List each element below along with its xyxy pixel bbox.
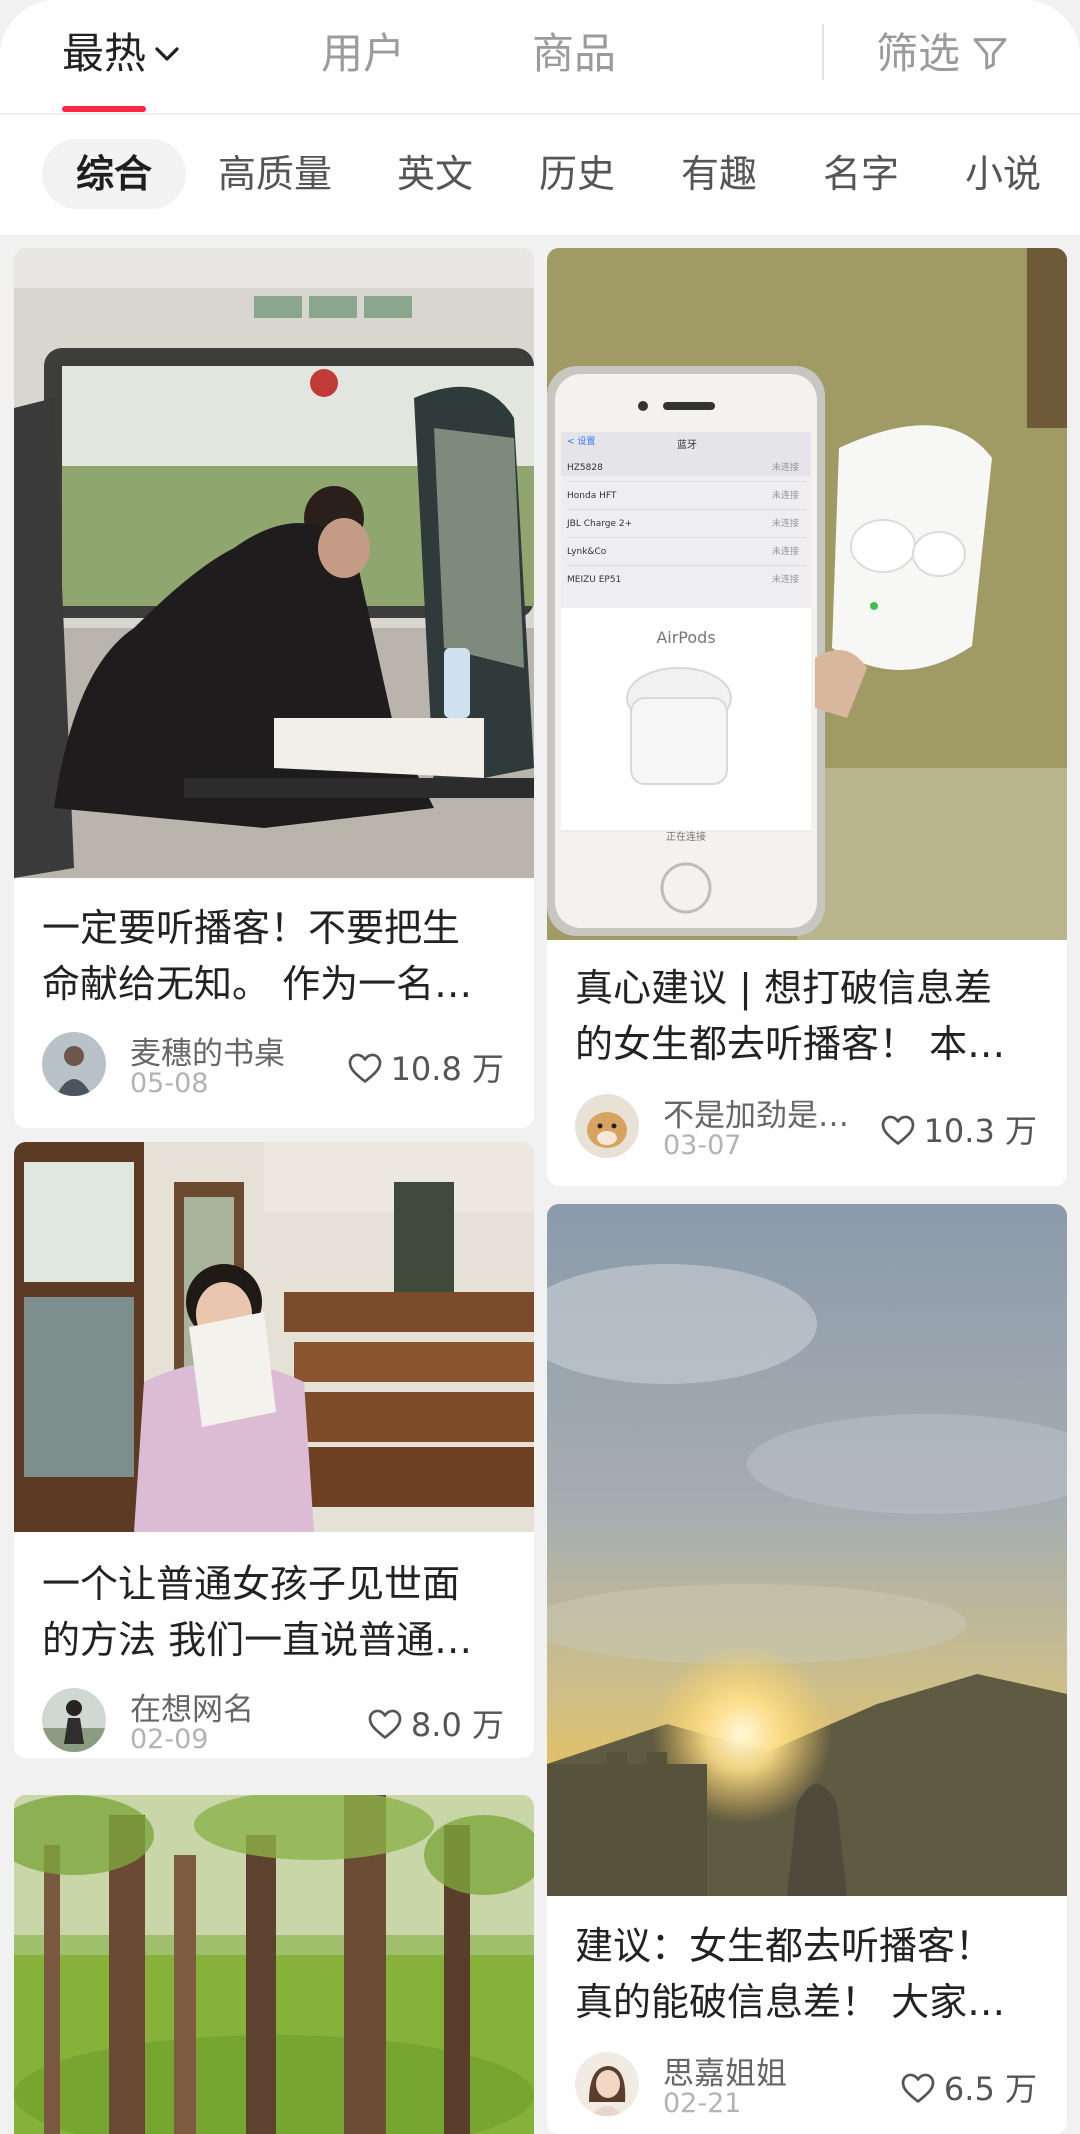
note-title-line: 的方法 我们一直说普通… [42,1618,473,1662]
tab-products[interactable]: 商品 [532,26,616,82]
like-count: 10.3 万 [923,1112,1037,1150]
author-name[interactable]: 麦穗的书桌 [130,1028,285,1073]
device-name: MEIZU EP51 [567,575,622,585]
bluetooth-device-row: Honda HFT 未连接 [567,482,807,510]
note-cover-image [14,248,534,878]
note-cover-image [547,1204,1067,1896]
tab-hottest-label: 最热 [62,29,147,78]
tab-divider [822,24,824,80]
note-title-line: 真的能破信息差！ 大家… [575,1980,1006,2024]
top-tab-bar: 最热 用户 商品 筛选 [0,0,1080,114]
bluetooth-device-row: JBL Charge 2+ 未连接 [567,510,807,538]
post-date: 02-09 [130,1724,209,1755]
phone-screen: < 设置 蓝牙 HZ5828 未连接 Honda HFT 未连接 JBL Charg… [567,434,807,594]
device-status: 未连接 [771,463,799,473]
author-name[interactable]: 不是加劲是… [663,1090,849,1135]
post-date: 05-08 [130,1068,209,1099]
like-count: 10.8 万 [390,1050,504,1088]
tab-users-label: 用户 [321,29,406,78]
device-name: Honda HFT [567,491,617,501]
heart-outline-icon [881,1115,914,1145]
funnel-icon [973,37,1007,69]
device-status: 未连接 [771,575,799,585]
search-results-page: 最热 用户 商品 筛选 综合 高质量 英文 历史 有趣 名字 小说 一定要听播客… [0,0,1080,2134]
bluetooth-device-row: HZ5828 未连接 [567,454,807,482]
note-title: 一定要听播客！不要把生 命献给无知。 作为一名… [42,900,514,1012]
chip-fun[interactable]: 有趣 [681,139,757,209]
note-cover-image: < 设置 蓝牙 HZ5828 未连接 Honda HFT 未连接 JBL Charg… [547,248,1067,940]
note-title: 一个让普通女孩子见世面 的方法 我们一直说普通… [42,1556,514,1668]
author-name[interactable]: 思嘉姐姐 [663,2048,787,2093]
like-button[interactable]: 10.3 万 [880,1106,1037,1152]
note-title: 真心建议 | 想打破信息差 的女生都去听播客！ 本… [575,960,1047,1072]
heart-outline-icon [901,2073,935,2103]
note-title-line: 一个让普通女孩子见世面 [42,1562,461,1606]
note-cover-image [14,1795,534,2134]
note-title: 建议：女生都去听播客！ 真的能破信息差！ 大家… [575,1918,1047,2030]
tab-hottest[interactable]: 最热 [62,26,182,82]
phone-screen-header: 蓝牙 [677,440,697,451]
category-chip-bar: 综合 高质量 英文 历史 有趣 名字 小说 [0,115,1080,235]
avatar[interactable] [42,1032,106,1096]
bluetooth-device-row: MEIZU EP51 未连接 [567,566,807,594]
like-count: 8.0 万 [410,1706,504,1744]
chip-names[interactable]: 名字 [823,139,899,209]
device-name: Lynk&Co [567,547,607,557]
tab-users[interactable]: 用户 [321,26,405,82]
device-name: JBL Charge 2+ [567,519,633,529]
active-tab-indicator [62,106,146,112]
note-card[interactable]: 一个让普通女孩子见世面 的方法 我们一直说普通… 在想网名 02-09 8.0 … [14,1142,534,1758]
chip-novels[interactable]: 小说 [965,139,1041,209]
device-status: 未连接 [771,519,799,529]
tab-products-label: 商品 [532,29,617,78]
note-card[interactable] [14,1795,534,2134]
note-title-line: 建议：女生都去听播客！ [575,1924,994,1968]
like-button[interactable]: 8.0 万 [367,1700,504,1746]
note-card[interactable]: < 设置 蓝牙 HZ5828 未连接 Honda HFT 未连接 JBL Charg… [547,248,1067,1186]
device-status: 未连接 [771,547,799,557]
note-title-line: 一定要听播客！不要把生 [42,906,461,950]
note-card[interactable]: 一定要听播客！不要把生 命献给无知。 作为一名… 麦穗的书桌 05-08 10.… [14,248,534,1128]
like-button[interactable]: 10.8 万 [347,1044,504,1090]
post-date: 02-21 [663,2088,742,2119]
avatar[interactable] [575,1094,639,1158]
note-card[interactable]: 建议：女生都去听播客！ 真的能破信息差！ 大家… 思嘉姐姐 02-21 6.5 … [547,1204,1067,2134]
chip-history[interactable]: 历史 [539,139,615,209]
like-count: 6.5 万 [943,2070,1037,2108]
chip-english[interactable]: 英文 [397,139,473,209]
note-title-line: 命献给无知。 作为一名… [42,962,473,1006]
like-button[interactable]: 6.5 万 [900,2064,1037,2110]
note-title-line: 真心建议 | 想打破信息差 [575,966,992,1010]
airpods-popup-title: AirPods [656,628,716,647]
chip-comprehensive[interactable]: 综合 [42,139,187,209]
device-name: HZ5828 [567,463,603,473]
chip-high-quality[interactable]: 高质量 [218,139,332,209]
device-status: 未连接 [771,491,799,501]
note-cover-image [14,1142,534,1532]
avatar[interactable] [42,1688,106,1752]
avatar[interactable] [575,2052,639,2116]
heart-outline-icon [348,1053,381,1083]
bluetooth-device-row: Lynk&Co 未连接 [567,538,807,566]
filter-label: 筛选 [876,29,961,78]
author-name[interactable]: 在想网名 [130,1684,254,1729]
heart-outline-icon [368,1709,402,1739]
note-title-line: 的女生都去听播客！ 本… [575,1022,1006,1066]
filter-button[interactable]: 筛选 [876,26,1010,82]
chevron-down-icon [155,46,179,61]
airpods-popup-status: 正在连接 [666,832,706,843]
post-date: 03-07 [663,1130,742,1161]
